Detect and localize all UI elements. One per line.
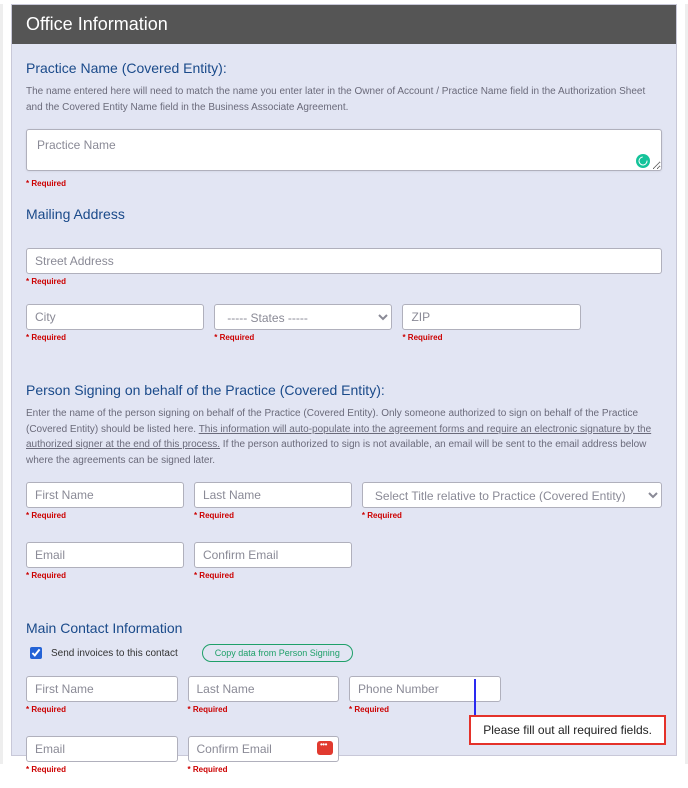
practice-name-input[interactable] bbox=[26, 129, 662, 171]
required-label: * Required bbox=[26, 333, 204, 342]
contact-title: Main Contact Information bbox=[26, 620, 662, 636]
zip-input[interactable] bbox=[402, 304, 580, 330]
checkbox-text: Send invoices to this contact bbox=[51, 648, 178, 659]
city-input[interactable] bbox=[26, 304, 204, 330]
practice-title: Practice Name (Covered Entity): bbox=[26, 60, 662, 76]
required-label: * Required bbox=[194, 511, 352, 520]
required-label: * Required bbox=[26, 705, 178, 714]
required-label: * Required bbox=[349, 705, 501, 714]
signer-confirm-email-input[interactable] bbox=[194, 542, 352, 568]
contact-first-input[interactable] bbox=[26, 676, 178, 702]
contact-phone-input[interactable] bbox=[349, 676, 501, 702]
send-invoices-checkbox-label[interactable]: Send invoices to this contact bbox=[26, 644, 178, 662]
required-label: * Required bbox=[188, 705, 340, 714]
signer-title: Person Signing on behalf of the Practice… bbox=[26, 382, 662, 398]
signer-title-select[interactable]: Select Title relative to Practice (Cover… bbox=[362, 482, 662, 508]
send-invoices-checkbox[interactable] bbox=[30, 647, 42, 659]
grammarly-icon bbox=[636, 154, 650, 168]
required-label: * Required bbox=[214, 333, 392, 342]
signer-email-input[interactable] bbox=[26, 542, 184, 568]
required-label: * Required bbox=[26, 511, 184, 520]
section-header: Office Information bbox=[12, 5, 676, 44]
copy-from-signer-button[interactable]: Copy data from Person Signing bbox=[202, 644, 353, 662]
mailing-title: Mailing Address bbox=[26, 206, 662, 222]
error-callout: Please fill out all required fields. bbox=[469, 715, 666, 745]
required-label: * Required bbox=[194, 571, 352, 580]
signer-first-input[interactable] bbox=[26, 482, 184, 508]
required-label: * Required bbox=[188, 765, 340, 774]
street-input[interactable] bbox=[26, 248, 662, 274]
required-label: * Required bbox=[402, 333, 580, 342]
required-label: * Required bbox=[362, 511, 662, 520]
practice-desc: The name entered here will need to match… bbox=[26, 84, 662, 115]
state-select[interactable]: ----- States ----- bbox=[214, 304, 392, 330]
required-label: * Required bbox=[26, 179, 662, 188]
contact-confirm-email-input[interactable] bbox=[188, 736, 340, 762]
contact-last-input[interactable] bbox=[188, 676, 340, 702]
required-label: * Required bbox=[26, 765, 178, 774]
signer-desc: Enter the name of the person signing on … bbox=[26, 406, 662, 468]
contact-email-input[interactable] bbox=[26, 736, 178, 762]
signer-last-input[interactable] bbox=[194, 482, 352, 508]
required-label: * Required bbox=[26, 571, 184, 580]
required-label: * Required bbox=[26, 277, 662, 286]
